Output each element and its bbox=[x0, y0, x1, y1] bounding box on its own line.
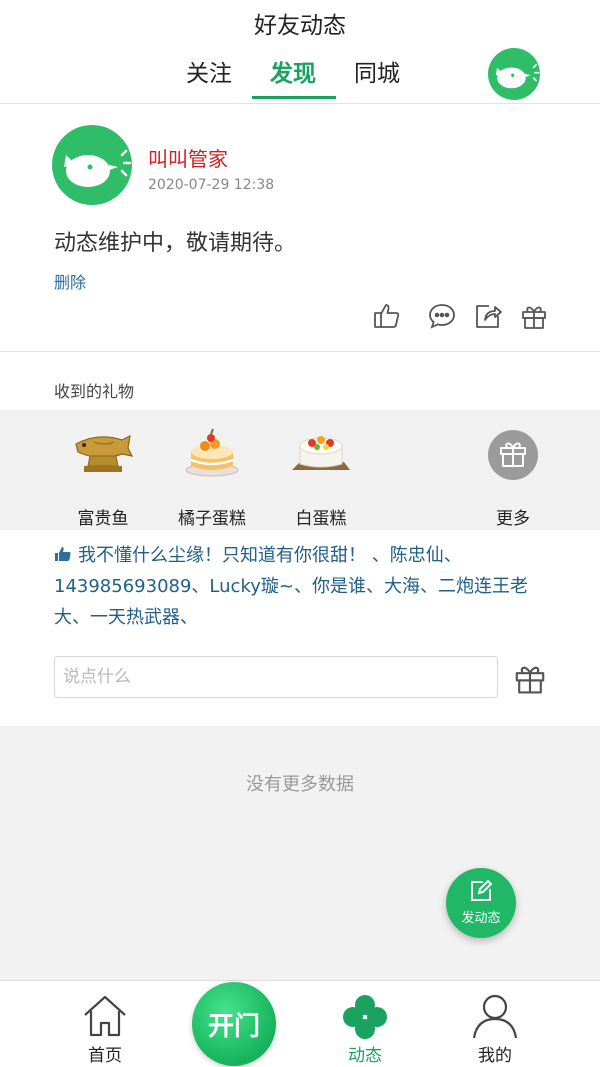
thumbs-up-icon[interactable] bbox=[372, 301, 402, 331]
clover-icon bbox=[343, 995, 387, 1039]
gift-item[interactable]: 富贵鱼 bbox=[58, 426, 148, 529]
nav-moments[interactable]: 动态 bbox=[310, 981, 420, 1067]
gifts-heading: 收到的礼物 bbox=[54, 382, 135, 401]
open-door-button[interactable]: 开门 bbox=[192, 982, 276, 1066]
thumbs-up-icon bbox=[54, 541, 72, 561]
white-cake-icon bbox=[286, 426, 356, 478]
likes-names[interactable]: 我不懂什么尘缘！只知道有你很甜！ 、陈忠仙、143985693089、Lucky… bbox=[54, 545, 528, 628]
nav-home[interactable]: 首页 bbox=[50, 981, 160, 1067]
nav-moments-label: 动态 bbox=[348, 1046, 382, 1066]
gift-icon bbox=[488, 430, 538, 480]
open-door-label: 开门 bbox=[207, 1012, 260, 1042]
post-author[interactable]: 叫叫管家 bbox=[148, 143, 228, 172]
tab-same-city[interactable]: 同城 bbox=[354, 57, 400, 99]
golden-fish-icon bbox=[68, 426, 138, 478]
gift-name: 富贵鱼 bbox=[77, 509, 129, 529]
post-card: 叫叫管家 2020-07-29 12:38 动态维护中，敬请期待。 删除 bbox=[0, 105, 600, 352]
gifts-strip: 富贵鱼 橘子蛋糕 白蛋糕 更多 bbox=[0, 410, 600, 530]
likes-list: 我不懂什么尘缘！只知道有你很甜！ 、陈忠仙、143985693089、Lucky… bbox=[54, 540, 554, 633]
gift-icon[interactable] bbox=[519, 301, 549, 331]
home-icon bbox=[84, 995, 126, 1037]
more-label: 更多 bbox=[496, 509, 530, 529]
bird-logo-icon[interactable] bbox=[488, 48, 540, 100]
nav-mine[interactable]: 我的 bbox=[440, 981, 550, 1067]
user-icon bbox=[472, 994, 518, 1039]
active-tab-indicator bbox=[252, 96, 336, 99]
gift-icon[interactable] bbox=[512, 660, 548, 696]
empty-state-area: 没有更多数据 bbox=[0, 726, 600, 980]
tab-follow[interactable]: 关注 bbox=[186, 57, 232, 99]
gift-item[interactable]: 白蛋糕 bbox=[276, 426, 366, 529]
nav-home-label: 首页 bbox=[88, 1046, 122, 1066]
gift-name: 橘子蛋糕 bbox=[178, 509, 246, 529]
gift-item[interactable]: 橘子蛋糕 bbox=[167, 426, 257, 529]
more-gifts-button[interactable]: 更多 bbox=[435, 426, 538, 529]
comment-icon[interactable] bbox=[427, 301, 457, 331]
comment-input[interactable] bbox=[54, 656, 498, 698]
share-icon[interactable] bbox=[473, 301, 503, 331]
fab-label: 发动态 bbox=[461, 911, 501, 926]
delete-link[interactable]: 删除 bbox=[54, 269, 86, 293]
bottom-nav: 首页 动态 我的 bbox=[0, 980, 600, 1067]
nav-mine-label: 我的 bbox=[478, 1046, 512, 1066]
post-timestamp: 2020-07-29 12:38 bbox=[148, 177, 275, 193]
post-content: 动态维护中，敬请期待。 bbox=[54, 231, 297, 256]
orange-cake-icon bbox=[177, 426, 247, 478]
edit-icon bbox=[471, 879, 493, 901]
page-title: 好友动态 bbox=[254, 13, 346, 39]
post-moment-button[interactable]: 发动态 bbox=[446, 868, 516, 938]
gift-name: 白蛋糕 bbox=[295, 509, 347, 529]
no-more-data-text: 没有更多数据 bbox=[246, 774, 354, 795]
author-avatar[interactable] bbox=[52, 125, 132, 205]
tab-discover[interactable]: 发现 bbox=[270, 57, 316, 99]
top-header: 好友动态 关注 发现 同城 bbox=[0, 0, 600, 104]
